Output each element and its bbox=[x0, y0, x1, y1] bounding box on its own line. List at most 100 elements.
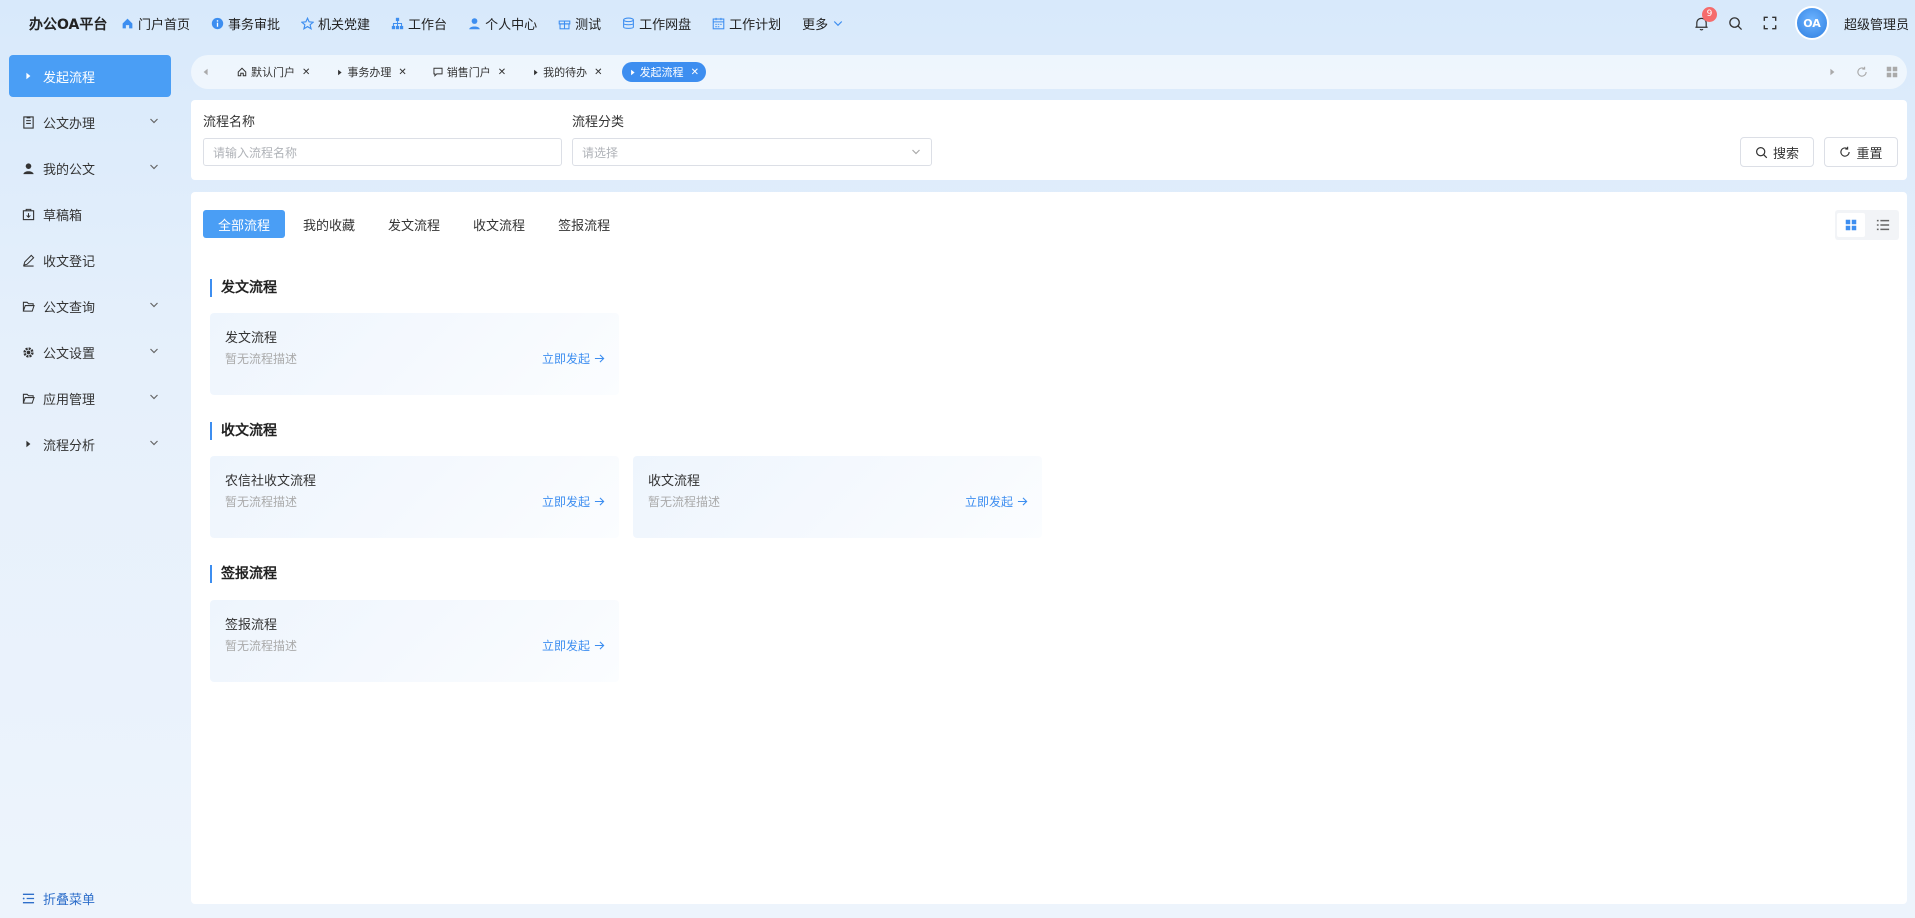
section-title-incoming: 收文流程 bbox=[210, 422, 277, 440]
tabs-menu-button[interactable] bbox=[1877, 55, 1907, 89]
chevron-down-icon bbox=[150, 164, 158, 170]
refresh-button[interactable] bbox=[1847, 55, 1877, 89]
tab-label: 销售门户 bbox=[446, 66, 491, 79]
card-title: 签报流程 bbox=[225, 618, 278, 633]
tab-start-process[interactable]: 发起流程 ✕ bbox=[621, 62, 706, 82]
search-submit-button[interactable]: 搜索 bbox=[1740, 137, 1814, 167]
sidebar-item-doc-settings[interactable]: 公文设置 bbox=[9, 331, 171, 373]
section-title-outgoing: 发文流程 bbox=[210, 279, 277, 297]
topnav-label: 个人中心 bbox=[485, 17, 538, 33]
sidebar-item-app-management[interactable]: 应用管理 bbox=[9, 377, 171, 419]
tab-incoming[interactable]: 收文流程 bbox=[458, 210, 540, 238]
brand-title: 办公OA平台 bbox=[29, 17, 108, 33]
process-name-placeholder: 请输入流程名称 bbox=[213, 145, 298, 160]
reset-button[interactable]: 重置 bbox=[1824, 137, 1898, 167]
reset-button-label: 重置 bbox=[1856, 146, 1883, 162]
tab-all-processes[interactable]: 全部流程 bbox=[203, 210, 286, 238]
tab-label: 事务办理 bbox=[347, 66, 392, 79]
topnav-home[interactable]: 门户首页 bbox=[121, 14, 190, 33]
arrow-right-icon bbox=[1017, 497, 1028, 506]
sidebar-item-doc-query[interactable]: 公文查询 bbox=[9, 285, 171, 327]
close-icon[interactable]: ✕ bbox=[594, 67, 602, 78]
caret-right-icon bbox=[21, 437, 35, 451]
sidebar-item-label: 公文设置 bbox=[43, 346, 96, 362]
tab-outgoing[interactable]: 发文流程 bbox=[373, 210, 455, 238]
process-card[interactable]: 收文流程 暂无流程描述 立即发起 bbox=[633, 456, 1042, 538]
grid-view-button[interactable] bbox=[1837, 213, 1865, 237]
start-now-label: 立即发起 bbox=[541, 495, 590, 509]
fullscreen-button[interactable] bbox=[1761, 14, 1779, 32]
process-card[interactable]: 签报流程 暂无流程描述 立即发起 bbox=[210, 600, 619, 682]
sidebar-item-label: 收文登记 bbox=[43, 254, 96, 270]
topnav-workbench[interactable]: 工作台 bbox=[391, 14, 447, 33]
caret-right-icon bbox=[1830, 68, 1835, 76]
tab-label: 发起流程 bbox=[639, 66, 684, 79]
caret-right-icon bbox=[630, 69, 635, 75]
star-icon bbox=[301, 16, 315, 30]
tab-my-favorites[interactable]: 我的收藏 bbox=[288, 210, 370, 238]
notification-button[interactable]: 9 bbox=[1693, 7, 1717, 32]
topnav-approval[interactable]: 事务审批 bbox=[211, 14, 280, 33]
topnav-party[interactable]: 机关党建 bbox=[301, 14, 370, 33]
sidebar-item-my-docs[interactable]: 我的公文 bbox=[9, 147, 171, 189]
refresh-icon bbox=[1857, 66, 1867, 77]
start-now-label: 立即发起 bbox=[541, 639, 590, 653]
tabs-actions bbox=[1817, 55, 1907, 89]
sidebar-item-label: 我的公文 bbox=[43, 162, 96, 178]
user-icon bbox=[469, 17, 480, 29]
topnav-plan[interactable]: 工作计划 bbox=[712, 14, 781, 33]
sidebar-item-drafts[interactable]: 草稿箱 bbox=[9, 193, 171, 235]
start-now-link[interactable]: 立即发起 bbox=[542, 350, 605, 367]
process-name-input[interactable]: 请输入流程名称 bbox=[203, 138, 562, 166]
home-icon bbox=[237, 67, 247, 77]
sidebar-item-label: 发起流程 bbox=[43, 70, 96, 86]
start-now-link[interactable]: 立即发起 bbox=[965, 493, 1028, 510]
tab-default-portal[interactable]: 默认门户 ✕ bbox=[230, 62, 317, 82]
home-icon bbox=[122, 18, 133, 28]
start-now-link[interactable]: 立即发起 bbox=[542, 493, 605, 510]
tab-my-todo[interactable]: 我的待办 ✕ bbox=[525, 62, 609, 82]
close-icon[interactable]: ✕ bbox=[398, 67, 406, 78]
process-category-select[interactable]: 请选择 bbox=[572, 138, 932, 166]
process-card[interactable]: 发文流程 暂无流程描述 立即发起 bbox=[210, 313, 619, 395]
sidebar-item-process-analysis[interactable]: 流程分析 bbox=[9, 423, 171, 465]
card-description: 暂无流程描述 bbox=[225, 352, 298, 366]
close-icon[interactable]: ✕ bbox=[302, 67, 310, 78]
list-view-button[interactable] bbox=[1869, 213, 1897, 237]
gift-icon bbox=[558, 20, 571, 29]
sidebar-item-receive-register[interactable]: 收文登记 bbox=[9, 239, 171, 281]
top-nav: 门户首页 事务审批 机关党建 工作台 个人中心 测试 工作网盘 工作计划 更多 bbox=[121, 0, 865, 46]
chevron-down-icon bbox=[150, 394, 158, 400]
tab-label: 我的待办 bbox=[543, 66, 588, 79]
topnav-more[interactable]: 更多 bbox=[802, 14, 844, 33]
close-icon[interactable]: ✕ bbox=[498, 67, 506, 78]
list-icon bbox=[1876, 219, 1890, 231]
search-button-label: 搜索 bbox=[1772, 146, 1799, 162]
tab-sales-portal[interactable]: 销售门户 ✕ bbox=[426, 62, 513, 82]
sidebar-item-start-process[interactable]: 发起流程 bbox=[9, 55, 171, 97]
chevron-down-icon bbox=[150, 302, 158, 308]
header-actions: 9 OA 超级管理员 bbox=[1693, 0, 1915, 46]
avatar[interactable]: OA bbox=[1794, 6, 1829, 40]
close-icon[interactable]: ✕ bbox=[691, 67, 699, 78]
caret-right-icon bbox=[21, 69, 35, 83]
sidebar-item-doc-handling[interactable]: 公文办理 bbox=[9, 101, 171, 143]
search-button[interactable] bbox=[1727, 14, 1745, 32]
topnav-label: 工作网盘 bbox=[639, 17, 692, 33]
collapse-menu-button[interactable]: 折叠菜单 bbox=[22, 889, 95, 908]
process-card[interactable]: 农信社收文流程 暂无流程描述 立即发起 bbox=[210, 456, 619, 538]
tab-sign-report[interactable]: 签报流程 bbox=[543, 210, 625, 238]
start-now-link[interactable]: 立即发起 bbox=[542, 637, 605, 654]
tabs-scroll-left[interactable] bbox=[191, 55, 221, 89]
database-icon bbox=[623, 17, 634, 29]
chevron-down-icon bbox=[833, 21, 843, 27]
sidebar: 发起流程 公文办理 我的公文 草稿箱 收文登记 公文查询 公文设置 应用管理 流… bbox=[0, 46, 180, 918]
topnav-personal[interactable]: 个人中心 bbox=[468, 14, 537, 33]
refresh-icon bbox=[1840, 146, 1851, 157]
tabs-scroll-right[interactable] bbox=[1817, 55, 1847, 89]
topnav-disk[interactable]: 工作网盘 bbox=[622, 14, 691, 33]
tab-affairs[interactable]: 事务办理 ✕ bbox=[329, 62, 413, 82]
username[interactable]: 超级管理员 bbox=[1844, 14, 1909, 33]
gear-icon bbox=[21, 345, 35, 359]
topnav-test[interactable]: 测试 bbox=[558, 14, 601, 33]
